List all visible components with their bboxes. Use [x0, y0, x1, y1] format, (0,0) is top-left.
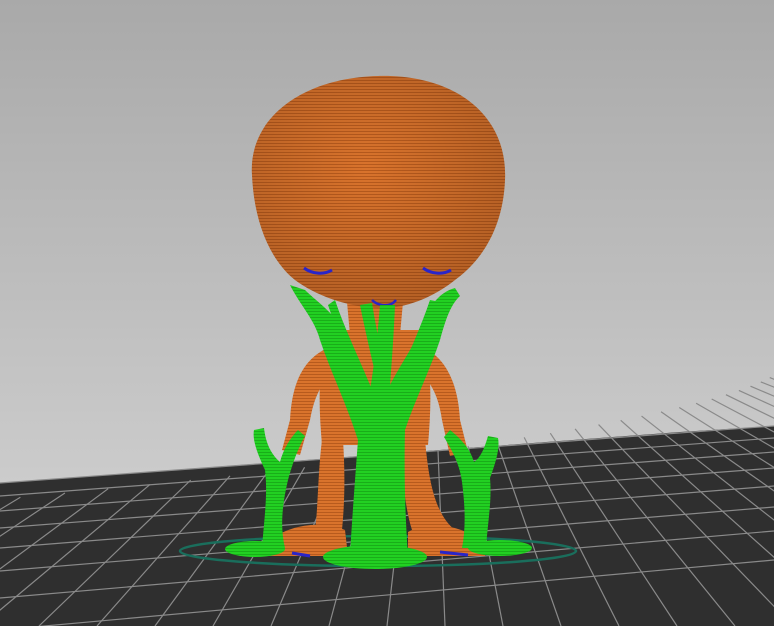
preview-canvas[interactable] [0, 0, 774, 626]
3d-print-preview-viewport[interactable] [0, 0, 774, 626]
